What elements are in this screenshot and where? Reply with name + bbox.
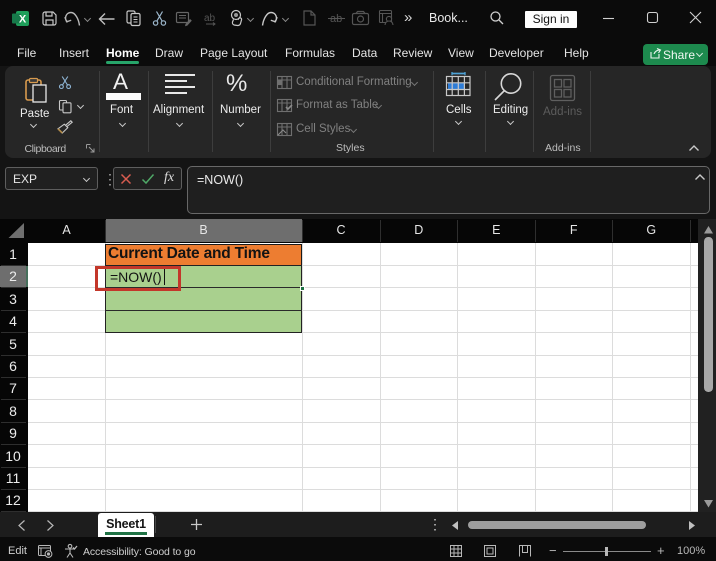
svg-text:X: X — [19, 14, 27, 26]
svg-text:ab: ab — [204, 13, 216, 24]
